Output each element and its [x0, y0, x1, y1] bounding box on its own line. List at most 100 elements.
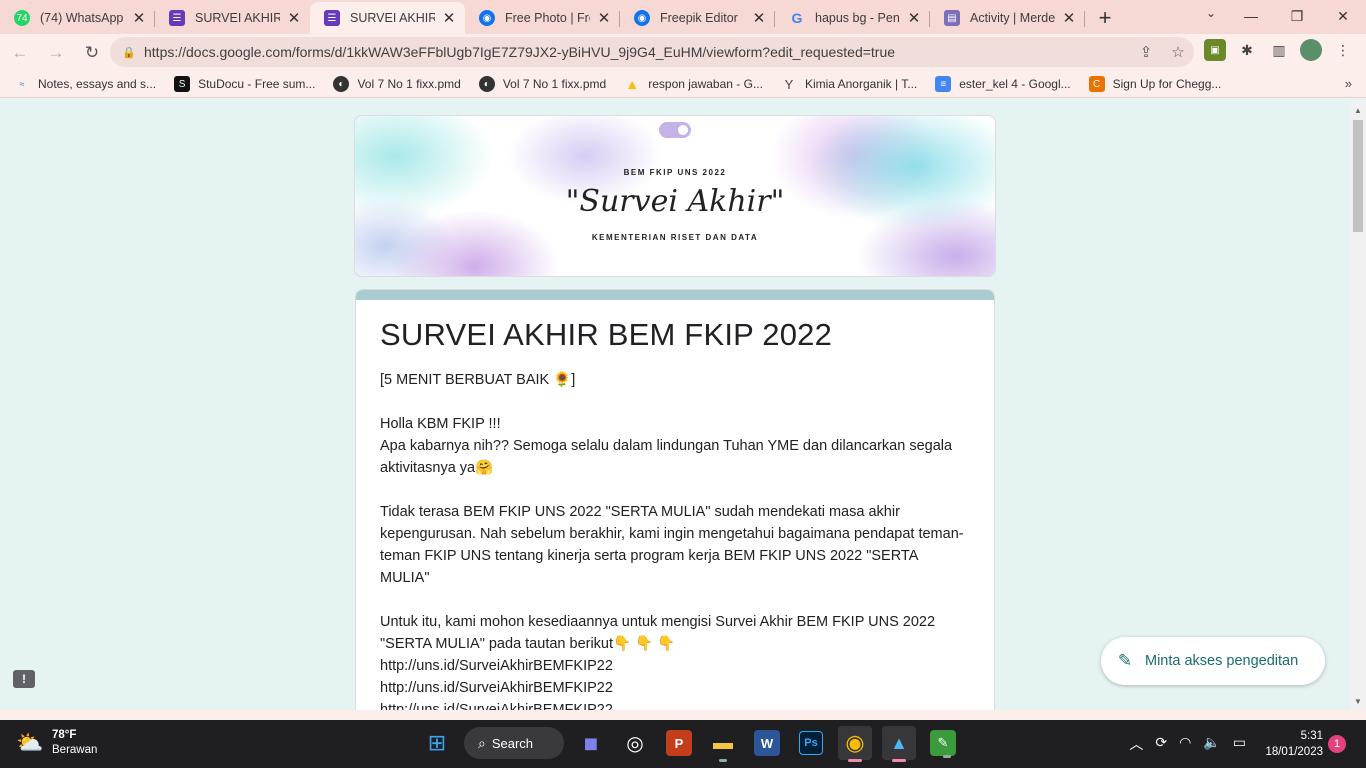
google-forms-icon: ☰ — [169, 10, 185, 26]
new-tab-button[interactable]: + — [1089, 2, 1121, 34]
notes-icon: ≈ — [19, 79, 25, 89]
profile-avatar[interactable] — [1300, 39, 1322, 61]
bookmark-item[interactable]: Y Kimia Anorganik | T... — [781, 76, 918, 92]
close-tab-icon[interactable]: ✕ — [1061, 10, 1077, 27]
bookmark-item[interactable]: ≡ ester_kel 4 - Googl... — [935, 76, 1071, 92]
tab-title: hapus bg - Penel — [815, 11, 900, 25]
puzzle-extensions-icon[interactable]: ✱ — [1236, 39, 1258, 61]
google-icon: G — [791, 10, 803, 26]
bookmark-item[interactable]: ▲ respon jawaban - G... — [624, 76, 763, 92]
close-window-button[interactable]: ✕ — [1320, 0, 1366, 32]
window-controls: — ❐ ✕ — [1228, 0, 1366, 32]
bookmark-star-icon[interactable]: ☆ — [1162, 43, 1194, 61]
more-bookmarks-chevron-icon[interactable]: » — [1345, 76, 1352, 91]
notification-badge[interactable]: 1 — [1328, 735, 1346, 753]
reload-button[interactable]: ↻ — [76, 37, 108, 69]
bookmark-label: respon jawaban - G... — [648, 77, 763, 91]
photos-app-icon[interactable]: ▲ — [882, 726, 916, 762]
tab-hapus-bg[interactable]: G hapus bg - Penel ✕ — [775, 2, 930, 34]
bookmark-label: Vol 7 No 1 fixx.pmd — [357, 77, 461, 91]
survey-link[interactable]: http://uns.id/SurveiAkhirBEMFKIP22 — [380, 699, 970, 710]
close-tab-icon[interactable]: ✕ — [286, 10, 302, 27]
globe-icon: ◐ — [478, 76, 495, 92]
file-explorer-icon[interactable]: ▬ — [706, 726, 740, 762]
tab-survei-1[interactable]: ☰ SURVEI AKHIR BE ✕ — [155, 2, 310, 34]
tab-survei-2-active[interactable]: ☰ SURVEI AKHIR BE ✕ — [310, 2, 465, 34]
word-icon[interactable]: W — [754, 730, 780, 756]
extension-icon[interactable]: ▣ — [1204, 39, 1226, 61]
bookmark-item[interactable]: C Sign Up for Chegg... — [1088, 76, 1221, 92]
scroll-up-arrow-icon[interactable]: ▲ — [1354, 106, 1362, 115]
studocu-icon: S — [174, 76, 191, 92]
taskbar-search[interactable]: ⌕ Search — [464, 727, 564, 759]
back-button[interactable]: ← — [4, 37, 36, 69]
yahoo-icon: Y — [784, 76, 794, 92]
tab-freepik-editor[interactable]: ◉ Freepik Editor ✕ — [620, 2, 775, 34]
green-app-icon[interactable]: ✎ — [930, 730, 956, 758]
bookmark-label: Vol 7 No 1 fixx.pmd — [502, 77, 607, 91]
close-tab-icon[interactable]: ✕ — [906, 10, 922, 27]
tab-title: Activity | Merdek — [970, 11, 1055, 25]
paragraph-3: Untuk itu, kami mohon kesediaannya untuk… — [380, 614, 936, 652]
banner-line-3: KEMENTERIAN RISET DAN DATA — [591, 233, 759, 242]
survey-link[interactable]: http://uns.id/SurveiAkhirBEMFKIP22 — [380, 655, 970, 677]
chegg-icon: C — [1088, 76, 1105, 92]
whatsapp-icon: 74 — [14, 10, 30, 26]
google-drive-icon: ▲ — [625, 76, 640, 92]
minimize-button[interactable]: — — [1228, 0, 1274, 32]
merdeka-icon: ▤ — [944, 10, 960, 26]
extensions-area: ▣ ✱ ▥ ⋮ — [1204, 39, 1354, 61]
paragraph-1: Apa kabarnya nih?? Semoga selalu dalam l… — [380, 438, 953, 476]
url-text[interactable]: https://docs.google.com/forms/d/1kkWAW3e… — [144, 44, 1130, 60]
address-bar[interactable]: 🔒 https://docs.google.com/forms/d/1kkWAW… — [110, 37, 1194, 67]
page-scrollbar[interactable]: ▲ ▼ — [1350, 102, 1366, 710]
tab-title: SURVEI AKHIR BE — [350, 11, 435, 25]
photoshop-icon[interactable]: Ps — [799, 731, 823, 755]
scroll-down-arrow-icon[interactable]: ▼ — [1354, 697, 1362, 706]
start-windows-icon[interactable]: ⊞ — [420, 726, 454, 760]
weather-condition: Berawan — [52, 744, 98, 756]
sync-icon[interactable]: ⟳ — [1155, 734, 1167, 754]
wifi-icon[interactable]: ◠ — [1179, 734, 1191, 754]
form-title: SURVEI AKHIR BEM FKIP 2022 — [380, 317, 833, 352]
volume-icon[interactable]: 🔈 — [1203, 734, 1220, 754]
restore-button[interactable]: ❐ — [1274, 0, 1320, 32]
clock[interactable]: 5:31 18/01/2023 — [1265, 728, 1323, 760]
survey-link[interactable]: http://uns.id/SurveiAkhirBEMFKIP22 — [380, 677, 970, 699]
search-icon: ⌕ — [478, 734, 486, 751]
chrome-icon[interactable]: ◉ — [838, 726, 872, 762]
side-panel-icon[interactable]: ▥ — [1268, 39, 1290, 61]
battery-icon[interactable]: ▭ — [1233, 734, 1246, 754]
globe-icon: ◐ — [333, 76, 350, 92]
bookmark-item[interactable]: ◐ Vol 7 No 1 fixx.pmd — [333, 76, 461, 92]
report-abuse-icon[interactable]: ! — [13, 670, 35, 688]
weather-widget[interactable]: ⛅ 78°F Berawan — [16, 728, 97, 758]
tab-freepik-photo[interactable]: ◉ Free Photo | Free ✕ — [465, 2, 620, 34]
lock-icon[interactable]: 🔒 — [122, 46, 136, 59]
close-tab-icon[interactable]: ✕ — [751, 10, 767, 27]
close-tab-icon[interactable]: ✕ — [596, 10, 612, 27]
powerpoint-icon[interactable]: P — [666, 730, 692, 756]
windows-taskbar: ⛅ 78°F Berawan ⊞ ⌕ Search ◼ ◎ P ▬ W Ps ◉ … — [0, 720, 1366, 768]
bookmark-item[interactable]: ≈ Notes, essays and s... — [14, 76, 157, 92]
tab-merdeka[interactable]: ▤ Activity | Merdek ✕ — [930, 2, 1085, 34]
bookmark-item[interactable]: ◐ Vol 7 No 1 fixx.pmd — [478, 76, 607, 92]
tab-whatsapp[interactable]: 74 (74) WhatsApp ✕ — [0, 2, 155, 34]
teams-chat-icon[interactable]: ◼ — [574, 726, 608, 760]
google-forms-icon: ☰ — [324, 10, 340, 26]
show-hidden-icons-chevron-icon[interactable]: ︿ — [1129, 734, 1143, 754]
tab-search-chevron-icon[interactable]: ⌄ — [1206, 6, 1216, 20]
banner-line-1: BEM FKIP UNS 2022 — [623, 168, 727, 177]
forward-button[interactable]: → — [40, 37, 72, 69]
scrollbar-thumb[interactable] — [1353, 120, 1363, 232]
request-edit-access-button[interactable]: ✎ Minta akses pengeditan — [1101, 637, 1325, 685]
bookmark-item[interactable]: S StuDocu - Free sum... — [174, 76, 315, 92]
app-circle-icon[interactable]: ◎ — [618, 726, 652, 760]
menu-kebab-icon[interactable]: ⋮ — [1332, 39, 1354, 61]
tab-title: SURVEI AKHIR BE — [195, 11, 280, 25]
close-tab-icon[interactable]: ✕ — [441, 10, 457, 27]
tab-title: (74) WhatsApp — [40, 11, 124, 25]
share-icon[interactable]: ⇪ — [1130, 43, 1162, 61]
close-tab-icon[interactable]: ✕ — [131, 10, 147, 27]
bookmark-label: Kimia Anorganik | T... — [804, 77, 918, 91]
